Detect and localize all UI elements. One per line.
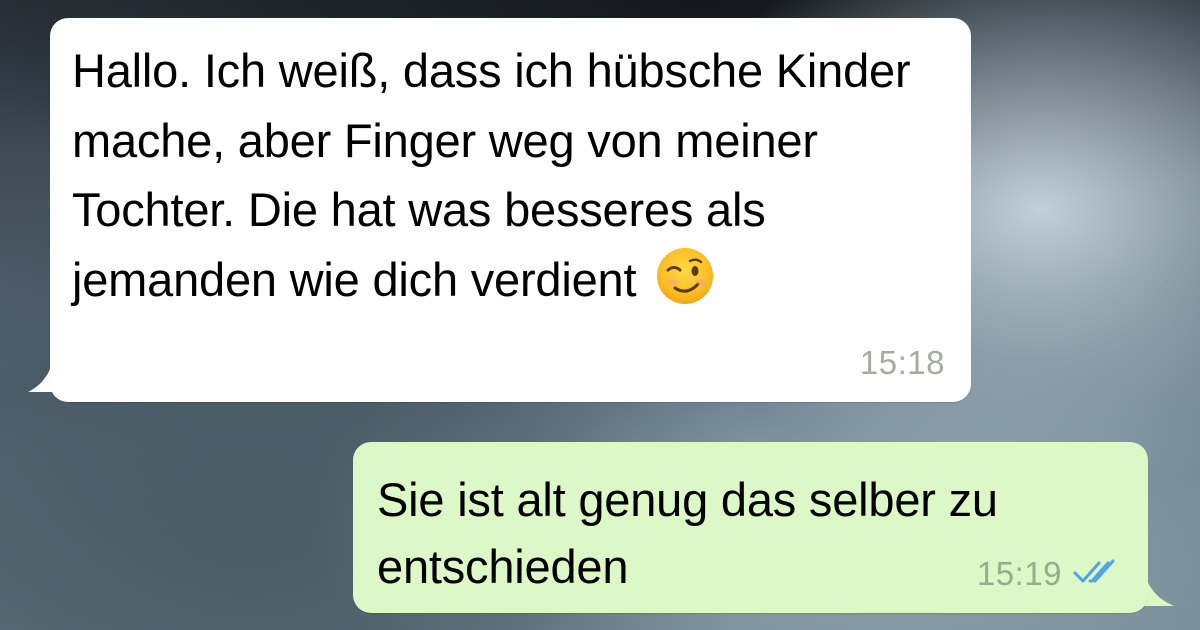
outgoing-message-bubble[interactable]: Sie ist alt genug das selber zu entschie… [353, 442, 1148, 613]
outgoing-message-timestamp: 15:19 [976, 555, 1062, 592]
incoming-message-bubble[interactable]: Hallo. Ich weiß, dass ich hübsche Kinder… [50, 18, 971, 402]
winking-face-emoji-icon [657, 247, 714, 304]
incoming-message-text: Hallo. Ich weiß, dass ich hübsche Kinder… [72, 36, 949, 314]
double-check-icon [1073, 559, 1115, 583]
incoming-message-text-content: Hallo. Ich weiß, dass ich hübsche Kinder… [72, 44, 911, 306]
incoming-message-timestamp: 15:18 [859, 344, 945, 381]
